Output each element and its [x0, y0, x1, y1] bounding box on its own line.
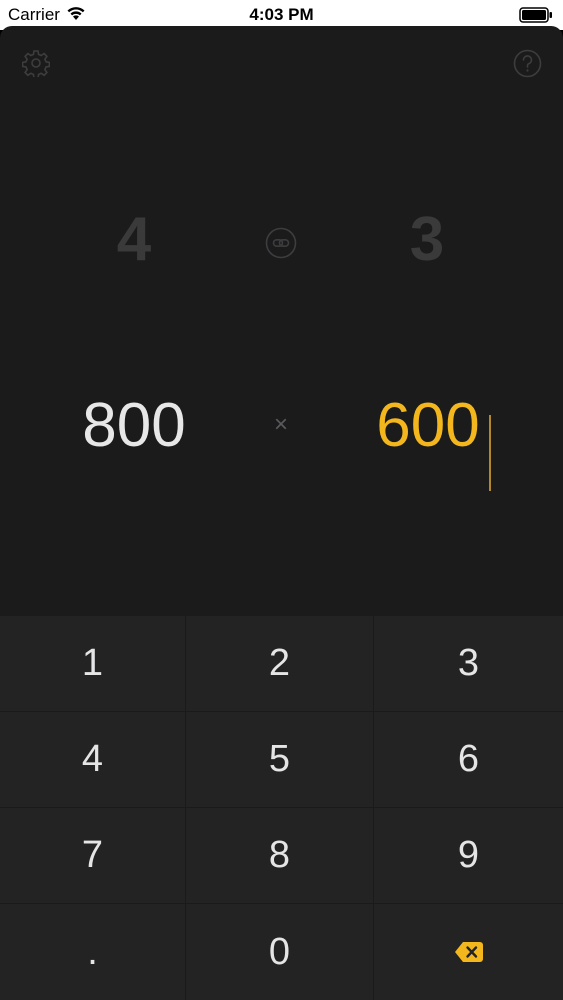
- delete-key[interactable]: [374, 904, 563, 1000]
- backspace-icon: [454, 942, 483, 962]
- text-cursor: [489, 415, 491, 491]
- key-3[interactable]: 3: [374, 616, 563, 712]
- app-card: 4 3 800 × 600 1 2 3 4 5 6 7 8 9 . 0: [0, 26, 563, 1000]
- gear-icon[interactable]: [22, 49, 50, 77]
- key-decimal[interactable]: .: [0, 904, 186, 1000]
- battery-icon: [519, 7, 552, 23]
- status-time: 4:03 PM: [249, 5, 314, 24]
- link-icon[interactable]: [265, 227, 297, 259]
- keypad: 1 2 3 4 5 6 7 8 9 . 0: [0, 616, 563, 1000]
- key-8[interactable]: 8: [186, 808, 374, 904]
- key-2[interactable]: 2: [186, 616, 374, 712]
- key-9[interactable]: 9: [374, 808, 563, 904]
- height-value[interactable]: 600: [348, 390, 508, 461]
- key-5[interactable]: 5: [186, 712, 374, 808]
- key-0[interactable]: 0: [186, 904, 374, 1000]
- key-7[interactable]: 7: [0, 808, 186, 904]
- width-value[interactable]: 800: [54, 390, 214, 461]
- key-4[interactable]: 4: [0, 712, 186, 808]
- key-6[interactable]: 6: [374, 712, 563, 808]
- help-circle-icon[interactable]: [513, 49, 542, 78]
- ratio-width[interactable]: 4: [74, 204, 194, 275]
- key-1[interactable]: 1: [0, 616, 186, 712]
- multiply-sign: ×: [273, 411, 288, 438]
- ratio-height[interactable]: 3: [367, 204, 487, 275]
